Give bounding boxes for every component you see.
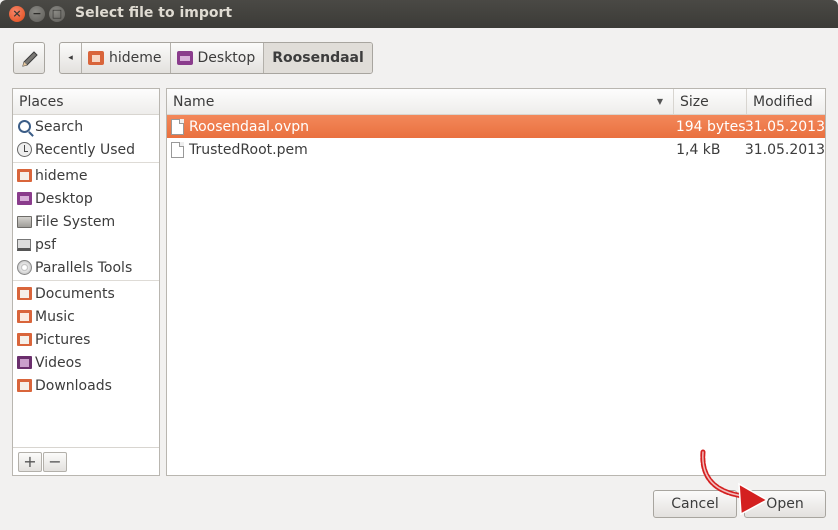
divider [13,280,159,281]
file-icon [171,141,184,158]
window-title: Select file to import [75,5,233,21]
column-header-size[interactable]: Size [674,89,747,115]
place-label: Pictures [35,331,91,348]
file-name: Roosendaal.ovpn [189,118,310,135]
file-list: Name ▼ Size Modified Roosendaal.ovpn 194… [166,88,826,476]
place-label: psf [35,236,57,253]
title-bar: × − □ Select file to import [0,0,838,28]
place-hideme[interactable]: hideme [13,164,159,187]
breadcrumb-back-button[interactable]: ◂ [60,43,82,73]
file-size: 194 bytes [675,118,746,135]
remove-bookmark-button[interactable]: − [43,452,67,472]
breadcrumb-label: hideme [109,50,162,66]
file-name: TrustedRoot.pem [189,141,308,158]
place-search[interactable]: Search [13,115,159,138]
breadcrumb-desktop[interactable]: Desktop [171,43,265,73]
place-label: Downloads [35,377,112,394]
place-videos[interactable]: Videos [13,351,159,374]
column-label: Name [173,94,215,110]
breadcrumb-roosendaal[interactable]: Roosendaal [264,43,372,73]
breadcrumb-label: Roosendaal [272,50,364,66]
search-icon [17,120,31,133]
desktop-folder-icon [176,51,193,65]
downloads-folder-icon [16,379,32,392]
place-parallels-tools[interactable]: Parallels Tools [13,256,159,279]
column-header-name[interactable]: Name ▼ [167,89,674,115]
place-label: Music [35,308,75,325]
file-modified: 31.05.2013 [744,141,825,158]
breadcrumb: ◂ hideme Desktop Roosendaal [59,42,373,74]
place-psf[interactable]: psf [13,233,159,256]
place-label: hideme [35,167,88,184]
place-label: Documents [35,285,115,302]
places-header: Places [13,89,159,115]
file-icon [171,118,184,135]
place-documents[interactable]: Documents [13,282,159,305]
place-file-system[interactable]: File System [13,210,159,233]
file-size: 1,4 kB [676,141,721,158]
place-music[interactable]: Music [13,305,159,328]
divider [13,162,159,163]
file-row[interactable]: Roosendaal.ovpn 194 bytes 31.05.2013 [167,115,825,138]
file-list-header: Name ▼ Size Modified [167,89,825,115]
breadcrumb-hideme[interactable]: hideme [82,43,171,73]
desktop-folder-icon [16,192,32,205]
place-label: Parallels Tools [35,259,133,276]
place-label: Search [35,118,84,135]
place-label: Recently Used [35,141,136,158]
cancel-button[interactable]: Cancel [653,490,737,518]
place-desktop[interactable]: Desktop [13,187,159,210]
place-recently-used[interactable]: Recently Used [13,138,159,161]
breadcrumb-label: Desktop [197,50,256,66]
videos-folder-icon [16,356,32,369]
maximize-window-button[interactable]: □ [49,6,65,22]
places-footer: + − [13,447,159,475]
add-bookmark-button[interactable]: + [18,452,42,472]
pencil-icon [22,51,38,67]
place-label: Videos [35,354,82,371]
file-modified: 31.05.2013 [744,118,825,135]
music-folder-icon [16,310,32,323]
places-sidebar: Places Search Recently Used hideme Deskt… [12,88,160,476]
cd-icon [16,260,32,275]
place-pictures[interactable]: Pictures [13,328,159,351]
drive-icon [16,215,32,228]
place-downloads[interactable]: Downloads [13,374,159,397]
home-folder-icon [16,169,32,182]
place-label: File System [35,213,116,230]
home-folder-icon [88,51,104,65]
pictures-folder-icon [16,333,32,346]
place-label: Desktop [35,190,93,207]
close-window-button[interactable]: × [9,6,25,22]
column-header-modified[interactable]: Modified [747,89,825,115]
sort-descending-icon: ▼ [656,97,663,106]
minimize-window-button[interactable]: − [29,6,45,22]
network-drive-icon [17,238,31,251]
open-button[interactable]: Open [744,490,826,518]
type-location-button[interactable] [13,42,45,74]
recent-icon [16,142,32,157]
file-row[interactable]: TrustedRoot.pem 1,4 kB 31.05.2013 [167,138,825,161]
documents-folder-icon [16,287,32,300]
